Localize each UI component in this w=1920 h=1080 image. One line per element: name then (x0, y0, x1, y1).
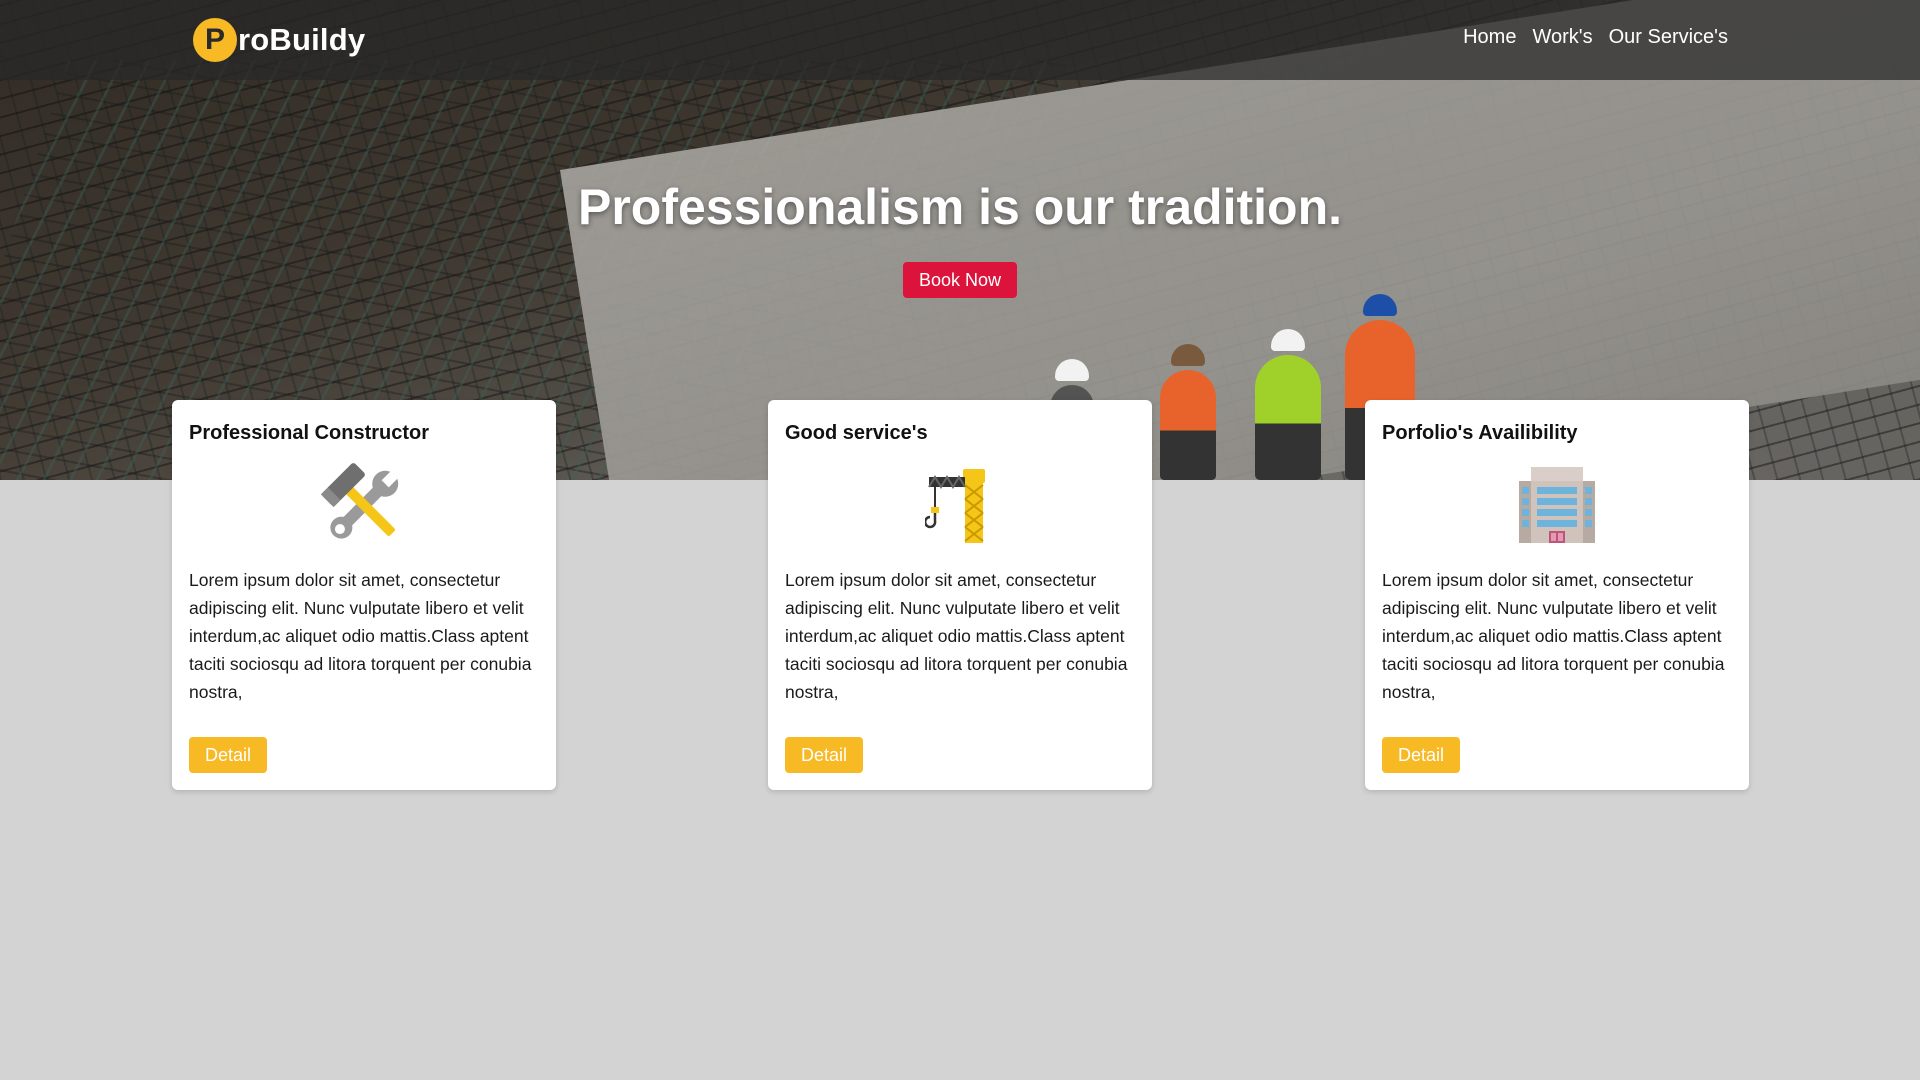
hammer-and-wrench-icon (189, 459, 539, 551)
book-now-button[interactable]: Book Now (903, 262, 1017, 298)
logo-text: roBuildy (238, 22, 366, 57)
hero-title: Professionalism is our tradition. (577, 179, 1343, 235)
logo-badge: P (193, 18, 237, 62)
nav-link-services[interactable]: Our Service's (1609, 26, 1728, 49)
worker-figure (1160, 344, 1216, 480)
detail-button[interactable]: Detail (189, 737, 267, 773)
detail-button[interactable]: Detail (785, 737, 863, 773)
feature-card-service: Good service's Lorem ipsum dolor sit ame… (768, 400, 1152, 790)
main-navigation: Home Work's Our Service's (1463, 26, 1728, 49)
nav-link-works[interactable]: Work's (1532, 26, 1592, 49)
card-title: Porfolio's Availibility (1382, 422, 1578, 444)
nav-link-home[interactable]: Home (1463, 26, 1516, 49)
card-description: Lorem ipsum dolor sit amet, consectetur … (189, 570, 532, 702)
worker-figure (1255, 329, 1321, 480)
detail-button[interactable]: Detail (1382, 737, 1460, 773)
logo[interactable]: P roBuildy (193, 16, 365, 64)
navbar: P roBuildy Home Work's Our Service's (0, 0, 1920, 80)
card-title: Good service's (785, 422, 928, 444)
feature-card-portfolio: Porfolio's Availibility Lorem ipsum dolo… (1365, 400, 1749, 790)
crane-icon (785, 459, 1135, 551)
card-description: Lorem ipsum dolor sit amet, consectetur … (1382, 570, 1725, 702)
office-building-icon (1382, 459, 1732, 551)
feature-card-constructor: Professional Constructor Lorem ipsum dol… (172, 400, 556, 790)
card-title: Professional Constructor (189, 422, 430, 444)
card-description: Lorem ipsum dolor sit amet, consectetur … (785, 570, 1128, 702)
